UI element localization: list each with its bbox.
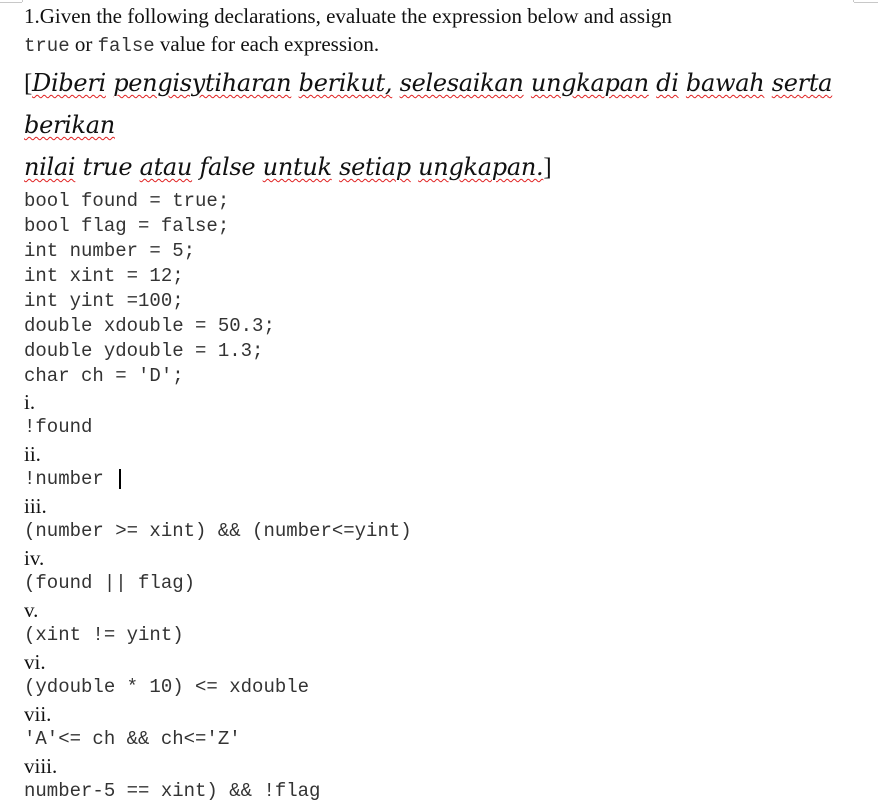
- malay-instruction-line-2: berikan: [24, 104, 874, 146]
- expression: (ydouble * 10) <= xdouble: [24, 676, 310, 698]
- expression-with-cursor[interactable]: !number: [24, 466, 874, 493]
- or-text: or: [69, 32, 98, 56]
- malay-word: true: [82, 153, 133, 181]
- declaration-line: bool flag = false;: [24, 215, 230, 237]
- crop-mark-top-left: [0, 0, 22, 3]
- question-line-2: true or false value for each expression.: [24, 30, 874, 58]
- malay-instruction-line-1: [Diberi pengisytiharan berikut, selesaik…: [24, 62, 874, 104]
- malay-word: serta: [771, 69, 833, 97]
- document-page[interactable]: 1.Given the following declarations, eval…: [24, 2, 874, 805]
- declaration-line: bool found = true;: [24, 190, 230, 212]
- expression: !number: [24, 468, 116, 490]
- malay-word: setiap: [339, 153, 411, 181]
- malay-instruction-line-3: nilai true atau false untuk setiap ungka…: [24, 146, 874, 188]
- expression: 'A'<= ch && ch<='Z': [24, 728, 241, 750]
- malay-word: false: [199, 153, 256, 181]
- malay-word: ungkapan.: [418, 153, 544, 181]
- text-cursor: [119, 468, 122, 489]
- malay-word: atau: [139, 153, 193, 181]
- expressions-list: i. !found ii. !number iii. (number >= xi…: [24, 389, 874, 805]
- declaration-line: double ydouble = 1.3;: [24, 340, 264, 362]
- expression-label: iv.: [24, 546, 45, 570]
- malay-word: berikut,: [298, 69, 393, 97]
- malay-word: Diberi: [32, 69, 106, 97]
- malay-word: di: [656, 69, 679, 97]
- malay-word: untuk: [262, 153, 332, 181]
- declaration-line: int xint = 12;: [24, 265, 184, 287]
- expression-label: i.: [24, 390, 36, 414]
- declaration-line: int number = 5;: [24, 240, 196, 262]
- expression-label: vi.: [24, 650, 46, 674]
- expression: !found: [24, 416, 93, 438]
- keyword-true: true: [24, 35, 70, 57]
- close-bracket: ]: [543, 154, 552, 181]
- expression-label: vii.: [24, 702, 52, 726]
- declaration-line: int yint =100;: [24, 290, 184, 312]
- malay-word: pengisytiharan: [113, 69, 292, 97]
- expression: (found || flag): [24, 572, 196, 594]
- malay-word: selesaikan: [399, 69, 524, 97]
- crop-mark-top-left-v: [22, 0, 23, 2]
- expression-label: ii.: [24, 442, 41, 466]
- keyword-false: false: [97, 35, 155, 57]
- declarations-block: bool found = true; bool flag = false; in…: [24, 189, 874, 389]
- declaration-line: char ch = 'D';: [24, 365, 184, 387]
- expression-label: iii.: [24, 494, 47, 518]
- malay-word: ungkapan: [530, 69, 649, 97]
- expression: (xint != yint): [24, 624, 184, 646]
- malay-word: nilai: [24, 153, 76, 181]
- expression: (number >= xint) && (number<=yint): [24, 520, 412, 542]
- question-line-2-rest: value for each expression.: [154, 32, 380, 56]
- expression-label: viii.: [24, 754, 58, 778]
- malay-word: bawah: [685, 69, 765, 97]
- question-line-1: 1.Given the following declarations, eval…: [24, 4, 672, 28]
- expression: number-5 == xint) && !flag: [24, 780, 321, 802]
- malay-word: berikan: [24, 111, 115, 139]
- expression-label: v.: [24, 598, 39, 622]
- declaration-line: double xdouble = 50.3;: [24, 315, 275, 337]
- open-bracket: [: [24, 70, 33, 97]
